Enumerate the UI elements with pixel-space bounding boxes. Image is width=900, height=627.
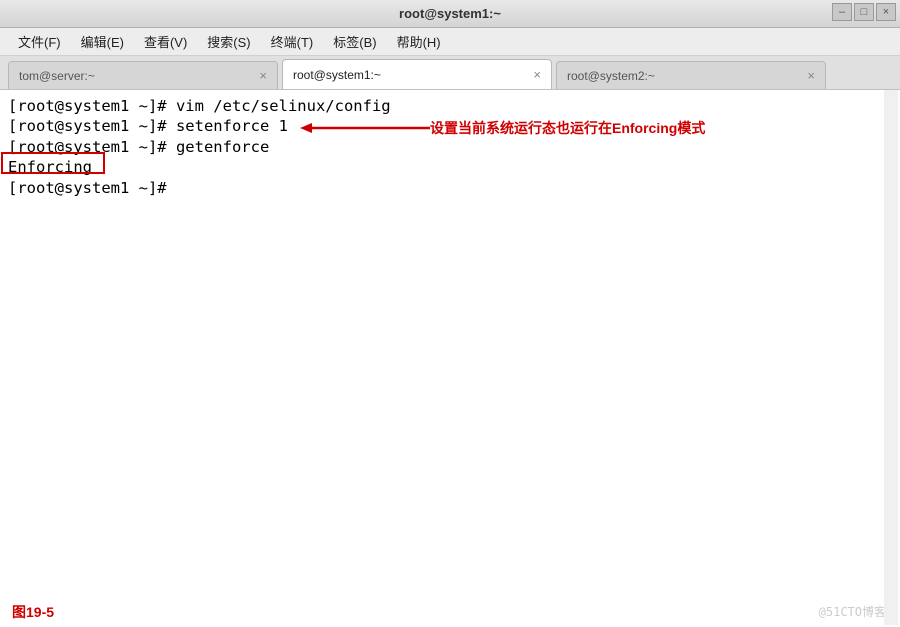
terminal-line: [root@system1 ~]# [8,178,892,198]
close-icon[interactable]: × [533,67,541,82]
close-icon[interactable]: × [807,68,815,83]
menubar: 文件(F) 编辑(E) 查看(V) 搜索(S) 终端(T) 标签(B) 帮助(H… [0,28,900,56]
window-controls: – □ × [832,3,896,21]
menu-view[interactable]: 查看(V) [136,29,195,54]
menu-file[interactable]: 文件(F) [10,29,69,54]
tab-root-system1[interactable]: root@system1:~ × [282,59,552,89]
tab-label: root@system1:~ [293,68,381,82]
close-icon[interactable]: × [259,68,267,83]
figure-caption: 图19-5 [12,603,54,621]
menu-search[interactable]: 搜索(S) [199,29,258,54]
menu-terminal[interactable]: 终端(T) [263,29,322,54]
watermark: @51CTO博客 [819,605,886,621]
terminal-line: [root@system1 ~]# vim /etc/selinux/confi… [8,96,892,116]
terminal-line: [root@system1 ~]# getenforce [8,137,892,157]
window-titlebar: root@system1:~ – □ × [0,0,900,28]
maximize-button[interactable]: □ [854,3,874,21]
minimize-button[interactable]: – [832,3,852,21]
tab-label: root@system2:~ [567,69,655,83]
close-button[interactable]: × [876,3,896,21]
menu-tabs[interactable]: 标签(B) [325,29,384,54]
terminal-line: Enforcing [8,157,892,177]
tab-root-system2[interactable]: root@system2:~ × [556,61,826,89]
menu-help[interactable]: 帮助(H) [389,29,449,54]
menu-edit[interactable]: 编辑(E) [73,29,132,54]
scrollbar[interactable] [884,90,898,625]
terminal-line: [root@system1 ~]# setenforce 1 [8,116,892,136]
window-title: root@system1:~ [399,6,501,21]
terminal-area[interactable]: [root@system1 ~]# vim /etc/selinux/confi… [0,90,900,627]
tab-label: tom@server:~ [19,69,95,83]
tabbar: tom@server:~ × root@system1:~ × root@sys… [0,56,900,90]
tab-tom-server[interactable]: tom@server:~ × [8,61,278,89]
